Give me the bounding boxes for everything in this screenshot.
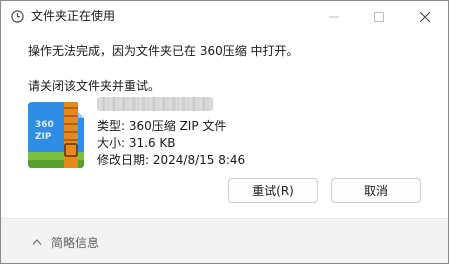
chevron-up-icon[interactable] xyxy=(32,238,42,246)
retry-button[interactable]: 重试(R) xyxy=(228,178,318,203)
svg-text:ZIP: ZIP xyxy=(35,132,52,142)
file-in-use-dialog: 文件夹正在使用 操作无法完成，因为文件夹已在 360压缩 中打开。 请关闭该文件… xyxy=(0,0,449,264)
title-bar[interactable]: 文件夹正在使用 xyxy=(1,1,448,32)
maximize-icon xyxy=(374,11,384,22)
close-button[interactable] xyxy=(403,1,447,32)
fewer-details-toggle[interactable]: 简略信息 xyxy=(51,235,99,251)
instruction-message: 请关闭该文件夹并重试。 xyxy=(28,79,161,93)
blurred-file-name xyxy=(97,97,213,111)
error-message: 操作无法完成，因为文件夹已在 360压缩 中打开。 xyxy=(28,44,299,58)
file-modified-date: 修改日期: 2024/8/15 8:46 xyxy=(97,153,246,167)
minimize-icon xyxy=(329,16,339,17)
file-size: 大小: 31.6 KB xyxy=(97,136,176,150)
close-icon xyxy=(420,11,430,22)
details-footer: 简略信息 xyxy=(1,218,448,263)
svg-text:360: 360 xyxy=(35,120,54,130)
minimize-button[interactable] xyxy=(312,1,356,32)
360-zip-archive-icon: 360 ZIP xyxy=(28,102,84,168)
file-type: 类型: 360压缩 ZIP 文件 xyxy=(97,119,227,133)
cancel-button[interactable]: 取消 xyxy=(331,178,421,203)
window-title: 文件夹正在使用 xyxy=(31,9,116,23)
maximize-button[interactable] xyxy=(357,1,401,32)
clock-icon xyxy=(11,10,24,23)
